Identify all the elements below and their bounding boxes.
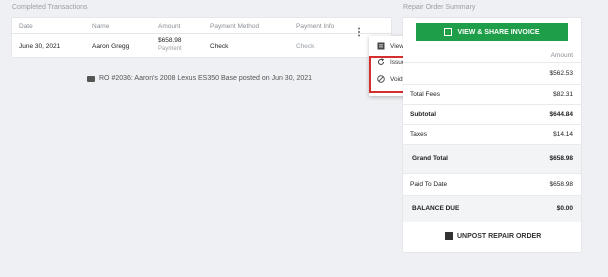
void-icon [376,75,385,84]
summary-header: Amount [403,49,581,63]
unpost-label: UNPOST REPAIR ORDER [457,232,542,240]
row-payment-info: Check [296,43,315,50]
row-name: Aaron Gregg [92,43,130,50]
summary-value: $0.00 [556,205,573,212]
summary-label: Taxes [410,131,427,138]
summary-value: $658.98 [549,155,574,162]
view-share-invoice-button[interactable]: VIEW & SHARE INVOICE [416,23,568,41]
summary-value: $658.98 [549,181,574,188]
repair-order-summary-title: Repair Order Summary [403,4,476,11]
row-amount-type: Payment [158,46,182,52]
summary-label: Grand Total [412,155,448,162]
ro-note-text: RO #2036: Aaron's 2008 Lexus ES350 Base … [99,75,313,82]
summary-label: BALANCE DUE [412,205,460,212]
header-amount: Amount [158,23,181,30]
summary-row: $562.53 [403,63,581,85]
completed-transactions-title: Completed Transactions [12,4,88,11]
summary-label: Total Fees [410,91,440,98]
summary-row-grand-total: Grand Total $658.98 [403,145,581,174]
header-date: Date [19,23,33,30]
row-payment-method: Check [210,43,229,50]
summary-row-taxes: Taxes $14.14 [403,125,581,145]
table-header: Date Name Amount Payment Method Payment … [12,18,391,34]
summary-row-total-fees: Total Fees $82.31 [403,85,581,105]
invoice-icon [444,28,453,36]
summary-value: $14.14 [553,131,573,138]
row-amount-value: $658.98 [158,37,182,44]
ro-posted-note: RO #2036: Aaron's 2008 Lexus ES350 Base … [87,75,312,82]
header-payment-method: Payment Method [210,23,260,30]
header-payment-info: Payment Info [296,23,335,30]
summary-label: Subtotal [410,111,436,118]
refresh-icon [376,58,385,67]
row-date: June 30, 2021 [19,43,61,50]
summary-row-paid-to-date: Paid To Date $658.98 [403,174,581,196]
amount-header: Amount [550,52,573,59]
folder-icon [87,75,95,82]
invoice-icon [376,42,385,51]
summary-value: $644.84 [549,111,574,118]
unpost-icon [445,232,453,240]
summary-value: $82.31 [553,91,573,98]
row-actions-icon[interactable] [356,24,362,37]
summary-row-balance-due: BALANCE DUE $0.00 [403,196,581,222]
repair-order-summary: VIEW & SHARE INVOICE Amount $562.53 Tota… [403,18,581,252]
unpost-repair-order-button[interactable]: UNPOST REPAIR ORDER [445,232,541,240]
share-button-label: VIEW & SHARE INVOICE [457,28,540,36]
summary-label: Paid To Date [410,181,448,188]
transactions-table: Date Name Amount Payment Method Payment … [12,18,391,57]
summary-value: $562.53 [549,70,574,77]
summary-row-subtotal: Subtotal $644.84 [403,105,581,125]
row-amount: $658.98 Payment [158,37,182,53]
table-row[interactable]: June 30, 2021 Aaron Gregg $658.98 Paymen… [12,35,391,57]
header-name: Name [92,23,110,30]
